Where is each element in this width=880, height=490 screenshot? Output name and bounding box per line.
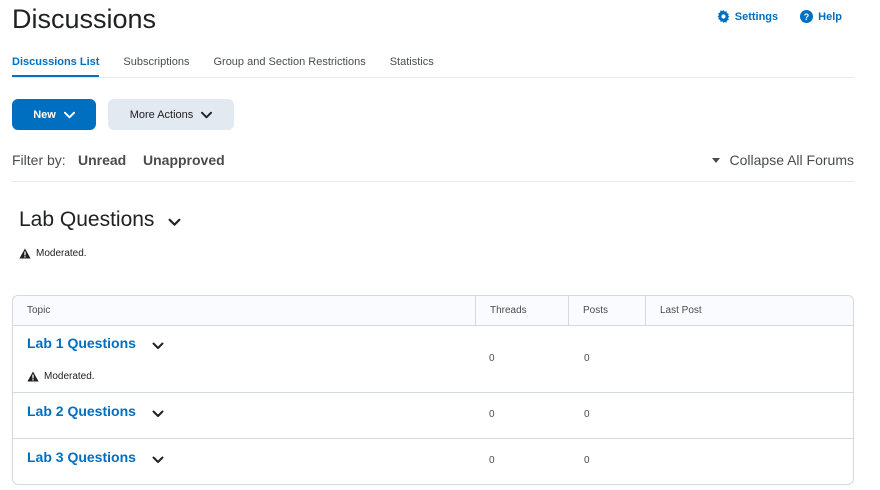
topic-link[interactable]: Lab 2 Questions [27, 403, 164, 419]
svg-text:?: ? [804, 12, 809, 22]
chevron-down-icon [63, 111, 75, 118]
posts-count: 0 [584, 409, 590, 420]
table-row: Lab 2 Questions 0 0 [13, 393, 853, 439]
help-link[interactable]: ? Help [800, 10, 842, 23]
more-actions-label: More Actions [129, 108, 194, 121]
column-header-posts: Posts [568, 296, 645, 325]
forum-title[interactable]: Lab Questions [19, 208, 181, 232]
collapse-all-forums-label: Collapse All Forums [729, 152, 855, 168]
warning-icon [19, 248, 31, 259]
top-links: Settings ? Help [717, 10, 842, 23]
chevron-down-icon[interactable] [168, 218, 181, 227]
table-row: Lab 1 Questions Moderated. 0 0 [13, 325, 853, 393]
settings-label: Settings [734, 10, 779, 23]
column-header-threads: Threads [475, 296, 568, 325]
new-button[interactable]: New [12, 99, 96, 130]
column-header-last-post: Last Post [645, 296, 853, 325]
warning-icon [27, 371, 39, 382]
table-row: Lab 3 Questions 0 0 [13, 439, 853, 484]
help-circle-icon: ? [800, 10, 814, 23]
forum-moderated-text: Moderated. [36, 248, 87, 259]
filter-bar: Filter by: Unread Unapproved Collapse Al… [12, 150, 854, 182]
filter-unread[interactable]: Unread [78, 152, 126, 168]
posts-count: 0 [584, 353, 590, 364]
topic-link[interactable]: Lab 3 Questions [27, 449, 164, 465]
forum-moderated-note: Moderated. [19, 248, 87, 259]
chevron-down-icon[interactable] [152, 410, 164, 418]
chevron-down-icon[interactable] [152, 342, 164, 350]
caret-down-icon [711, 157, 720, 163]
new-button-label: New [33, 108, 56, 121]
forum-title-text: Lab Questions [19, 208, 155, 231]
topic-title: Lab 1 Questions [27, 335, 136, 351]
topic-moderated-note: Moderated. [27, 371, 95, 382]
posts-count: 0 [584, 455, 590, 466]
filter-label: Filter by: [12, 152, 66, 168]
settings-link[interactable]: Settings [717, 10, 778, 23]
filter-unapproved[interactable]: Unapproved [143, 152, 225, 168]
table-header: Topic Threads Posts Last Post [13, 296, 853, 326]
tab-subscriptions[interactable]: Subscriptions [123, 56, 189, 77]
topic-title: Lab 3 Questions [27, 449, 136, 465]
threads-count: 0 [489, 455, 495, 466]
tab-discussions-list[interactable]: Discussions List [12, 56, 100, 77]
help-label: Help [818, 10, 842, 23]
threads-count: 0 [489, 353, 495, 364]
more-actions-button[interactable]: More Actions [108, 99, 234, 130]
tab-statistics[interactable]: Statistics [390, 56, 434, 77]
chevron-down-icon [201, 111, 213, 118]
chevron-down-icon[interactable] [152, 456, 164, 464]
topics-table: Topic Threads Posts Last Post Lab 1 Ques… [12, 295, 854, 485]
collapse-all-forums-button[interactable]: Collapse All Forums [711, 152, 855, 168]
topic-title: Lab 2 Questions [27, 403, 136, 419]
threads-count: 0 [489, 409, 495, 420]
topic-link[interactable]: Lab 1 Questions [27, 335, 164, 351]
page-title: Discussions [12, 4, 157, 34]
tab-group-section-restrictions[interactable]: Group and Section Restrictions [213, 56, 365, 77]
tab-bar: Discussions List Subscriptions Group and… [12, 56, 854, 78]
discussions-page: Discussions Settings ? Help Discussions … [0, 0, 880, 490]
gear-icon [717, 10, 730, 23]
topic-moderated-text: Moderated. [44, 371, 95, 382]
column-header-topic: Topic [27, 305, 51, 316]
